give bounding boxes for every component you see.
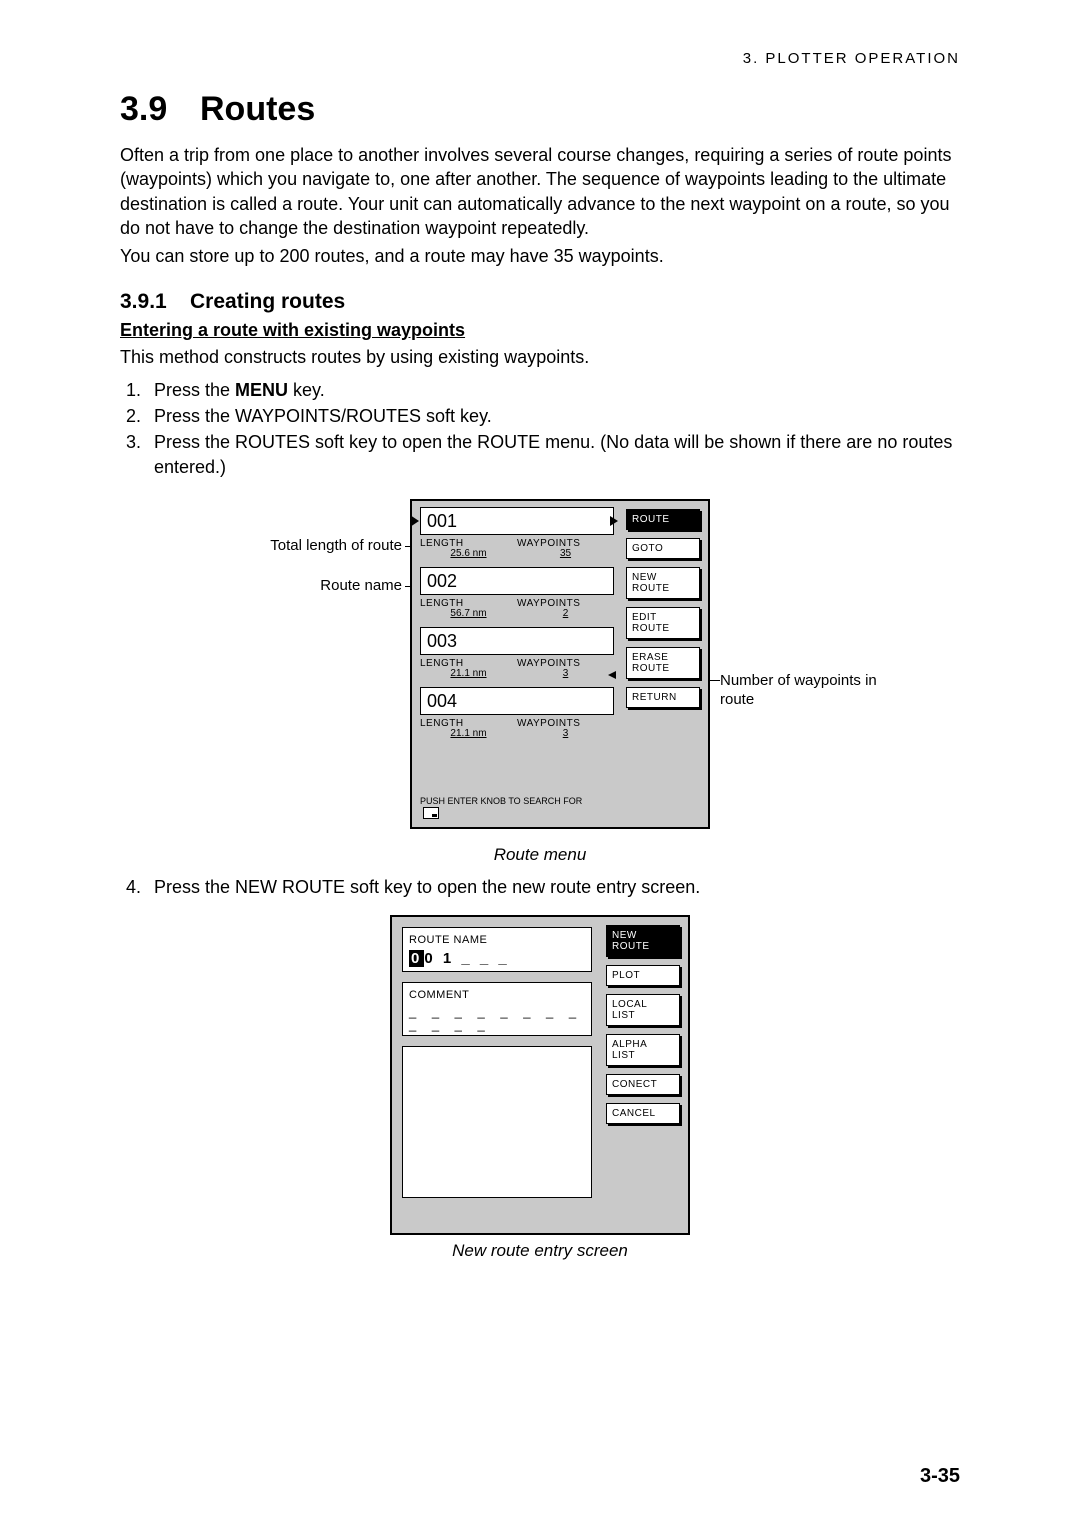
softkey-alpha-list[interactable]: ALPHA LIST (606, 1034, 680, 1066)
route-name-004[interactable]: 004 (420, 687, 614, 715)
route-meta-003: LENGTH21.1 nm WAYPOINTS3 (420, 659, 614, 679)
selection-arrow-icon (610, 516, 618, 526)
comment-label: COMMENT (409, 989, 585, 1001)
intro-para-2: You can store up to 200 routes, and a ro… (120, 244, 960, 268)
softkey-goto[interactable]: GOTO (626, 538, 700, 559)
route-name-label: ROUTE NAME (409, 934, 585, 946)
softkey-local-list[interactable]: LOCAL LIST (606, 994, 680, 1026)
chapter-header: 3. PLOTTER OPERATION (743, 50, 960, 67)
section-title: Routes (200, 90, 315, 128)
softkey-conect[interactable]: CONECT (606, 1074, 680, 1095)
lead-para: This method constructs routes by using e… (120, 345, 960, 369)
step-list-1: Press the MENU key. Press the WAYPOINTS/… (120, 378, 960, 479)
waypoint-list-area (402, 1046, 592, 1198)
cursor-arrow-icon (410, 515, 419, 527)
softkey-new-route-2[interactable]: NEW ROUTE (606, 925, 680, 957)
subheading: Entering a route with existing waypoints (120, 320, 960, 341)
section-number: 3.9 (120, 90, 200, 129)
route-list: 001 LENGTH25.6 nm WAYPOINTS35 002 LENGTH… (420, 507, 614, 823)
new-route-main: ROUTE NAME 00 1 _ _ _ COMMENT _ _ _ _ _ … (402, 927, 592, 1227)
softkey-column: ROUTE GOTO NEW ROUTE EDIT ROUTE ERASE RO… (626, 509, 700, 716)
arrow-left-icon (608, 671, 616, 679)
route-list-footer: PUSH ENTER KNOB TO SEARCH FOR (420, 797, 600, 819)
figure-route-menu: Total length of route Route name Number … (230, 499, 850, 839)
callout-route-name: Route name (232, 577, 402, 594)
route-meta-004: LENGTH21.1 nm WAYPOINTS3 (420, 719, 614, 739)
step-list-2: Press the NEW ROUTE soft key to open the… (120, 875, 960, 899)
callout-num-waypoints: Number of waypoints in route (720, 671, 880, 710)
softkey-new-route[interactable]: NEW ROUTE (626, 567, 700, 599)
softkey-edit-route[interactable]: EDIT ROUTE (626, 607, 700, 639)
callout-total-length: Total length of route (232, 537, 402, 554)
new-route-screen: ROUTE NAME 00 1 _ _ _ COMMENT _ _ _ _ _ … (390, 915, 690, 1235)
route-name-002[interactable]: 002 (420, 567, 614, 595)
cursor-char: 0 (409, 950, 424, 967)
softkey-column-2: NEW ROUTE PLOT LOCAL LIST ALPHA LIST CON… (606, 925, 680, 1132)
step-4: Press the NEW ROUTE soft key to open the… (146, 875, 960, 899)
page-number: 3-35 (920, 1465, 960, 1488)
intro-para-1: Often a trip from one place to another i… (120, 143, 960, 240)
route-name-003[interactable]: 003 (420, 627, 614, 655)
figure-1-caption: Route menu (120, 845, 960, 865)
figure-2-caption: New route entry screen (120, 1241, 960, 1261)
comment-value: _ _ _ _ _ _ _ _ _ _ _ _ (409, 1005, 585, 1031)
route-name-001[interactable]: 001 (420, 507, 614, 535)
softkey-cancel[interactable]: CANCEL (606, 1103, 680, 1124)
route-menu-screen: 001 LENGTH25.6 nm WAYPOINTS35 002 LENGTH… (410, 499, 710, 829)
softkey-route[interactable]: ROUTE (626, 509, 700, 530)
subsection-number: 3.9.1 (120, 290, 190, 314)
softkey-return[interactable]: RETURN (626, 687, 700, 708)
step-1: Press the MENU key. (146, 378, 960, 402)
comment-field[interactable]: COMMENT _ _ _ _ _ _ _ _ _ _ _ _ (402, 982, 592, 1036)
subsection-heading: 3.9.1Creating routes (120, 290, 960, 314)
subsection-title: Creating routes (190, 290, 345, 313)
softkey-plot[interactable]: PLOT (606, 965, 680, 986)
route-meta-002: LENGTH56.7 nm WAYPOINTS2 (420, 599, 614, 619)
step-3: Press the ROUTES soft key to open the RO… (146, 430, 960, 479)
keyboard-icon (423, 807, 439, 819)
softkey-erase-route[interactable]: ERASE ROUTE (626, 647, 700, 679)
step-2: Press the WAYPOINTS/ROUTES soft key. (146, 404, 960, 428)
route-meta-001: LENGTH25.6 nm WAYPOINTS35 (420, 539, 614, 559)
section-heading: 3.9Routes (120, 90, 960, 129)
figure-new-route: ROUTE NAME 00 1 _ _ _ COMMENT _ _ _ _ _ … (390, 915, 690, 1235)
route-name-field[interactable]: ROUTE NAME 00 1 _ _ _ (402, 927, 592, 972)
route-name-value: 00 1 _ _ _ (409, 950, 585, 967)
